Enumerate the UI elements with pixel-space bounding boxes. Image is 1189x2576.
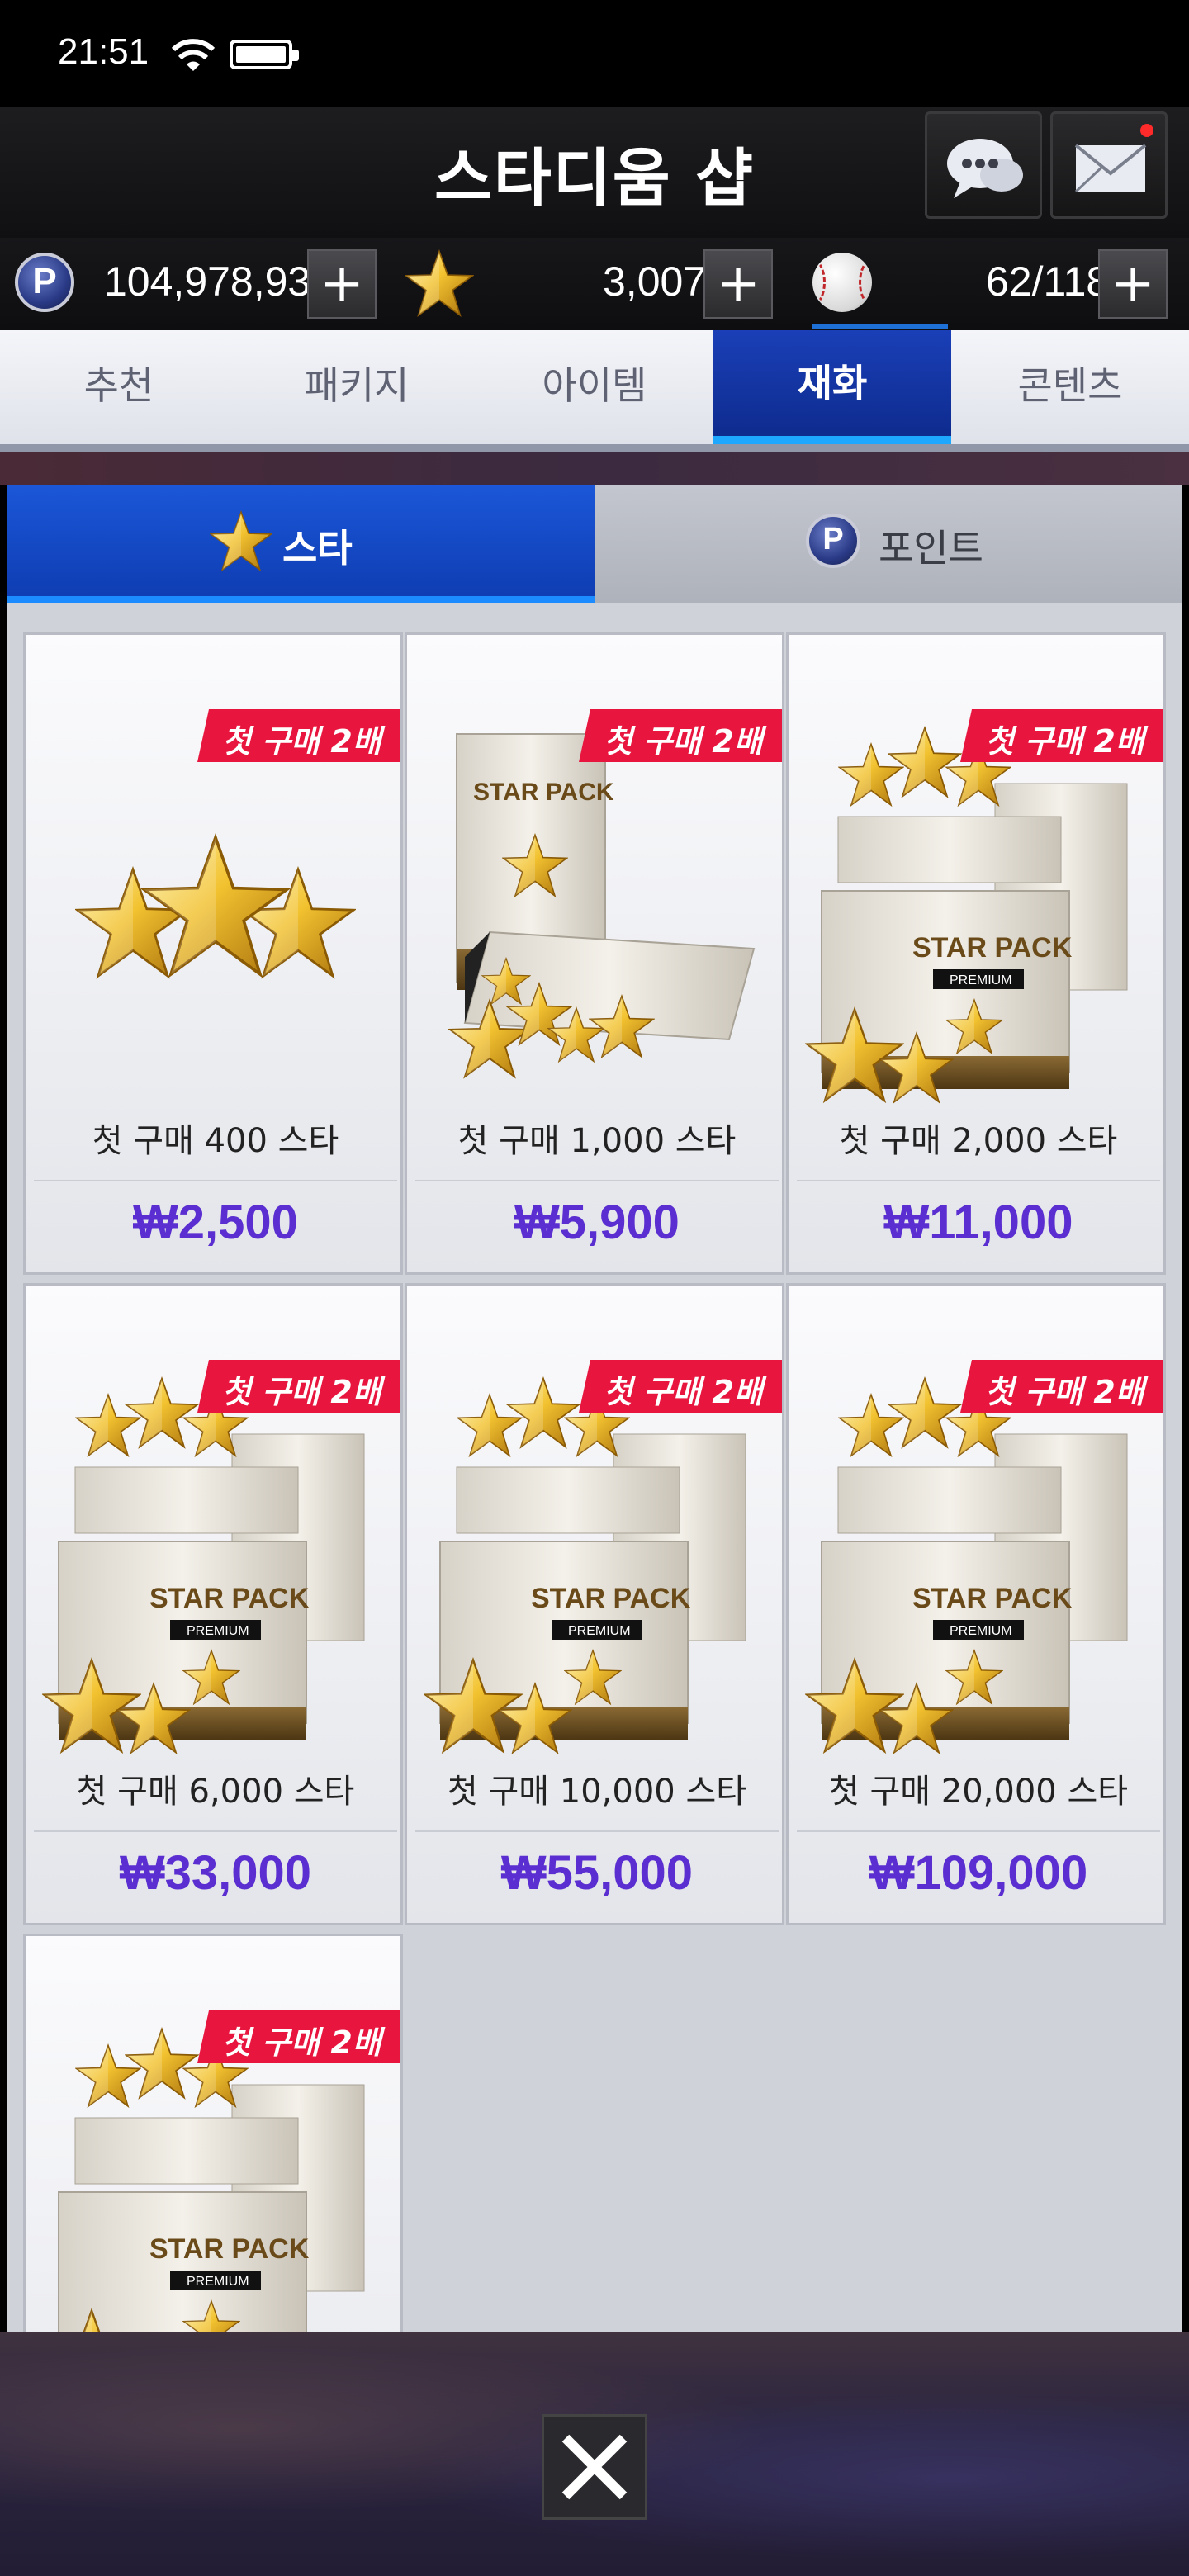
pack-label: STAR PACK	[531, 1583, 691, 1614]
star-icon	[405, 249, 474, 319]
badge-label: 첫 구매 2배	[985, 1374, 1144, 1410]
star-pack-premium-image: STAR PACK PREMIUM	[424, 1377, 746, 1754]
pack-label: STAR PACK	[473, 779, 614, 806]
sub-tabs: 스타 P 포인트	[7, 485, 1182, 603]
pack-sublabel: PREMIUM	[187, 2275, 249, 2289]
chat-button[interactable]	[925, 111, 1042, 219]
product-card-10000[interactable]: STAR PACK PREMIUM 첫 구매 2배 첫 구매 10,000 스타…	[405, 1283, 784, 1925]
product-price: ₩5,900	[514, 1196, 680, 1249]
pack-label: STAR PACK	[149, 1583, 310, 1614]
product-price: ₩55,000	[500, 1846, 694, 1900]
divider	[415, 1180, 779, 1181]
subtab-point[interactable]: P 포인트	[594, 485, 1182, 603]
chat-icon	[947, 139, 1023, 198]
divider	[797, 1180, 1160, 1181]
product-name: 첫 구매 10,000 스타	[447, 1773, 747, 1811]
first-purchase-badge: 첫 구매 2배	[197, 1360, 400, 1413]
star-pack-premium-image: STAR PACK PREMIUM	[43, 1377, 365, 1754]
balls-value: 62/118	[986, 258, 1110, 305]
divider	[34, 1180, 397, 1181]
currency-bar: P 104,978,930 + 3,007 + 62/118 +	[0, 238, 1189, 330]
pack-label: STAR PACK	[149, 2233, 310, 2265]
pack-label: STAR PACK	[912, 932, 1073, 964]
product-price: ₩109,000	[869, 1846, 1088, 1900]
shop-panel: 스타 P 포인트 첫 구매 2배 첫 구매 400 스타 ₩2,500 STAR…	[7, 485, 1182, 2332]
badge-label: 첫 구매 2배	[604, 723, 763, 760]
close-icon	[561, 2434, 628, 2500]
divider	[415, 1830, 779, 1832]
main-tabs: 추천 패키지 아이템 재화 콘텐츠	[0, 330, 1189, 452]
bottom-bar	[0, 2332, 1189, 2576]
product-card-400[interactable]: 첫 구매 2배 첫 구매 400 스타 ₩2,500	[23, 632, 403, 1275]
badge-label: 첫 구매 2배	[222, 1374, 381, 1410]
subtab-star-label: 스타	[282, 526, 353, 571]
product-price: ₩33,000	[119, 1846, 312, 1900]
product-card-2000[interactable]: STAR PACK PREMIUM 첫 구매 2배 첫 구매 2,000 스타 …	[786, 632, 1166, 1275]
notification-dot	[1140, 124, 1153, 137]
product-card-partial[interactable]: STAR PACK PREMIUM 첫 구매 2배	[23, 1934, 403, 2332]
badge-label: 첫 구매 2배	[604, 1374, 763, 1410]
product-card-6000[interactable]: STAR PACK PREMIUM 첫 구매 2배 첫 구매 6,000 스타 …	[23, 1283, 403, 1925]
subtab-point-label: 포인트	[879, 526, 983, 571]
first-purchase-badge: 첫 구매 2배	[960, 709, 1163, 762]
product-name: 첫 구매 6,000 스타	[76, 1773, 355, 1811]
product-name: 첫 구매 20,000 스타	[828, 1773, 1129, 1811]
star-pack-image: STAR PACK	[449, 733, 756, 1077]
first-purchase-badge: 첫 구매 2배	[579, 709, 782, 762]
badge-label: 첫 구매 2배	[222, 2024, 381, 2061]
point-coin-icon: P	[806, 514, 860, 568]
point-coin-icon: P	[15, 253, 74, 312]
wifi-icon	[171, 39, 216, 71]
pack-sublabel: PREMIUM	[187, 1624, 249, 1638]
pack-sublabel: PREMIUM	[568, 1624, 631, 1638]
badge-label: 첫 구매 2배	[985, 723, 1144, 760]
subtab-star[interactable]: 스타	[7, 485, 594, 603]
product-price: ₩2,500	[133, 1196, 298, 1249]
pack-sublabel: PREMIUM	[950, 973, 1012, 987]
status-bar: 21:51	[0, 0, 1189, 107]
star-icon	[210, 510, 272, 573]
tab-item[interactable]: 아이템	[476, 330, 713, 444]
star-pack-premium-image: STAR PACK PREMIUM	[806, 1377, 1128, 1754]
product-name: 첫 구매 2,000 스타	[839, 1122, 1118, 1160]
pack-sublabel: PREMIUM	[950, 1624, 1012, 1638]
add-points-button[interactable]: +	[307, 249, 377, 319]
mail-icon	[1074, 144, 1147, 193]
close-button[interactable]	[542, 2414, 647, 2520]
header: 스타디움 샵	[0, 107, 1189, 239]
tab-currency[interactable]: 재화	[713, 330, 951, 444]
ball-progress-bar	[812, 324, 948, 329]
stars-value: 3,007	[603, 258, 707, 305]
add-stars-button[interactable]: +	[703, 249, 773, 319]
product-card-20000[interactable]: STAR PACK PREMIUM 첫 구매 2배 첫 구매 20,000 스타…	[786, 1283, 1166, 1925]
mail-button[interactable]	[1050, 111, 1168, 219]
product-name: 첫 구매 400 스타	[92, 1122, 339, 1160]
divider	[797, 1830, 1160, 1832]
first-purchase-badge: 첫 구매 2배	[579, 1360, 782, 1413]
points-value: 104,978,930	[104, 258, 334, 305]
status-time: 21:51	[58, 31, 149, 72]
battery-icon	[230, 40, 299, 69]
tab-recommend[interactable]: 추천	[0, 330, 238, 444]
pack-label: STAR PACK	[912, 1583, 1073, 1614]
product-name: 첫 구매 1,000 스타	[457, 1122, 737, 1160]
product-price: ₩11,000	[883, 1196, 1073, 1249]
panel-background	[0, 452, 1189, 485]
product-card-1000[interactable]: STAR PACK 첫 구매 2배 첫 구매 1,000 스타 ₩5,900	[405, 632, 784, 1275]
divider	[34, 1830, 397, 1832]
first-purchase-badge: 첫 구매 2배	[197, 2010, 400, 2063]
stars-image	[76, 836, 355, 978]
tab-package[interactable]: 패키지	[238, 330, 476, 444]
tab-contents[interactable]: 콘텐츠	[951, 330, 1189, 444]
first-purchase-badge: 첫 구매 2배	[960, 1360, 1163, 1413]
baseball-icon	[812, 253, 872, 312]
star-pack-premium-image: STAR PACK PREMIUM	[806, 727, 1128, 1103]
add-balls-button[interactable]: +	[1098, 249, 1168, 319]
